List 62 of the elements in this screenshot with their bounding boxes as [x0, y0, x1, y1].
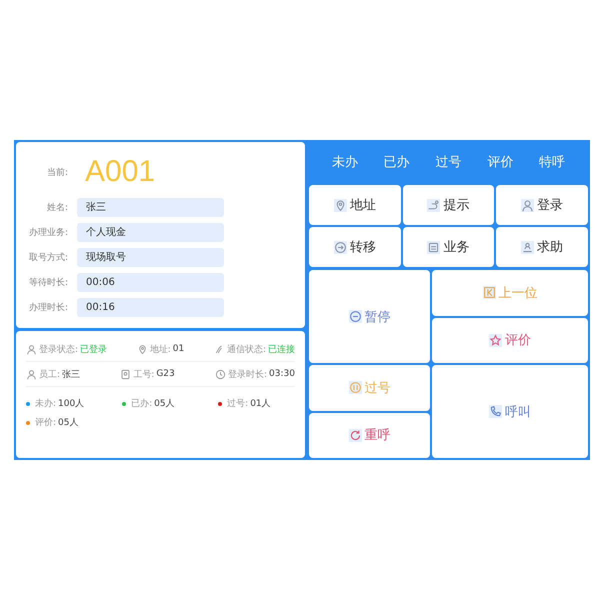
count-value: 01人 — [250, 398, 271, 410]
pause-icon — [348, 310, 362, 323]
map-pin-icon — [334, 198, 347, 212]
status-label: 登录状态: — [39, 344, 78, 356]
refresh-icon — [348, 428, 362, 442]
tool-button[interactable]: 提示 — [402, 185, 494, 225]
count-value: 05人 — [154, 398, 175, 410]
tool-button[interactable]: 求助 — [496, 227, 588, 267]
person-icon — [26, 368, 37, 380]
clock-icon — [215, 368, 226, 380]
action-button[interactable]: 上一位 — [432, 270, 588, 316]
document-icon — [427, 240, 440, 254]
field-label: 等待时长: — [28, 276, 68, 288]
status-value: 已登录 — [80, 344, 108, 356]
star-icon — [489, 334, 502, 347]
status-value: 已连接 — [268, 344, 295, 356]
status-value: 01 — [172, 344, 184, 354]
field-value: 00:16 — [77, 298, 224, 316]
tab[interactable]: 过号 — [435, 153, 462, 171]
field-value: 现场取号 — [77, 248, 224, 266]
tool-button[interactable]: 地址 — [309, 185, 401, 225]
tab[interactable]: 评价 — [487, 153, 514, 171]
status-value: 03:30 — [269, 369, 295, 379]
action-button[interactable]: 暂停 — [309, 270, 430, 363]
field-label: 办理业务: — [28, 226, 68, 238]
tab[interactable]: 未办 — [332, 153, 358, 171]
tool-button[interactable]: 业务 — [402, 227, 494, 267]
field-label: 取号方式: — [28, 252, 68, 264]
action-button[interactable]: 过号 — [309, 365, 430, 410]
map-pin-icon — [136, 344, 148, 354]
status-label: 通信状态: — [226, 344, 266, 356]
status-value: 张三 — [62, 368, 80, 380]
field-label: 姓名: — [46, 202, 68, 214]
ticket-number: A001 — [85, 155, 156, 189]
status-value: G23 — [156, 369, 175, 379]
count-label: 未办: — [35, 398, 56, 410]
badge-icon — [120, 368, 132, 380]
tool-button[interactable]: 登录 — [496, 185, 588, 225]
action-button[interactable]: 评价 — [432, 318, 588, 363]
count-label: 已办: — [131, 398, 152, 410]
phone-icon — [489, 405, 502, 418]
person-icon — [26, 344, 37, 354]
field-value: 个人现金 — [77, 222, 224, 242]
action-button[interactable]: 重呼 — [309, 412, 430, 458]
tool-button[interactable]: 转移 — [309, 227, 401, 267]
field-value: 00:06 — [77, 272, 224, 292]
count-value: 100人 — [58, 398, 84, 410]
status-label: 地址: — [150, 344, 171, 356]
count-label: 评价: — [35, 416, 56, 429]
field-label: 办理时长: — [28, 302, 68, 314]
field-label: 当前: — [46, 166, 68, 178]
status-label: 登录时长: — [228, 368, 268, 380]
field-value: 张三 — [77, 198, 224, 216]
transfer-icon — [334, 240, 347, 254]
status-label: 员工: — [39, 368, 60, 380]
count-value: 05人 — [58, 416, 78, 429]
count-label: 过号: — [227, 398, 248, 410]
tab[interactable]: 特呼 — [539, 153, 566, 171]
status-label: 工号: — [133, 368, 154, 380]
tab[interactable]: 已办 — [384, 153, 410, 171]
action-button[interactable]: 呼叫 — [432, 365, 588, 458]
person-icon — [521, 198, 534, 212]
